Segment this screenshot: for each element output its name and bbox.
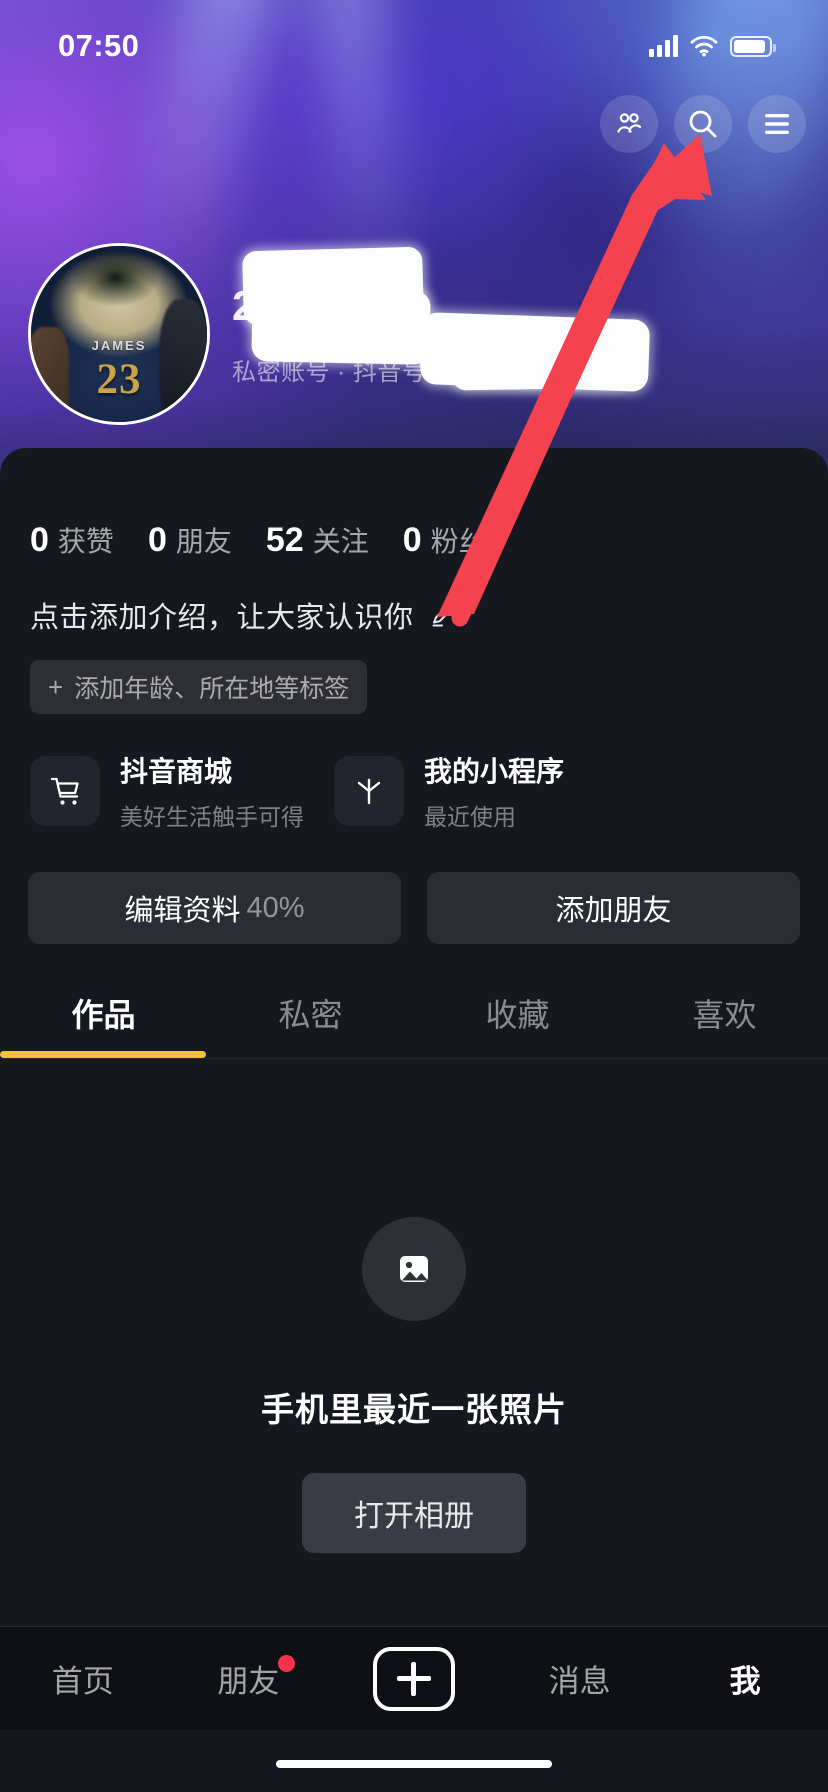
stat-label: 朋友 (175, 526, 232, 557)
service-entries-row: 抖音商城 美好生活触手可得 我的小程序 最近使用 (0, 714, 828, 832)
nav-label: 我 (729, 1664, 761, 1699)
plus-create-icon[interactable] (372, 1646, 455, 1711)
stat-value: 0 (147, 521, 167, 559)
redaction-mark (451, 343, 631, 391)
nav-item-create[interactable] (331, 1627, 497, 1730)
stat-following[interactable]: 52 关注 (266, 520, 369, 560)
hamburger-menu-icon (765, 114, 789, 134)
shopping-cart-icon (30, 756, 100, 826)
avatar-jersey-number: 23 (96, 356, 142, 404)
avatar-photo-detail (31, 326, 69, 422)
add-tags-chip[interactable]: + 添加年龄、所在地等标签 (30, 660, 368, 714)
tab-liked[interactable]: 喜欢 (621, 990, 828, 1058)
profile-detail-panel: 0 获赞 0 朋友 52 关注 0 粉丝 点击添加介绍，让大家认识你 + 添加年… (0, 448, 828, 1792)
menu-button[interactable] (748, 95, 806, 153)
add-friend-button[interactable]: 添加朋友 (427, 872, 800, 944)
status-bar-time: 07:50 (58, 28, 140, 63)
search-icon (689, 110, 717, 138)
bio-add-row[interactable]: 点击添加介绍，让大家认识你 (0, 560, 828, 636)
service-title: 抖音商城 (120, 756, 233, 787)
bottom-navigation-bar: 首页 朋友 消息 我 (0, 1627, 828, 1730)
add-tags-label: 添加年龄、所在地等标签 (74, 675, 350, 703)
profile-stats-row: 0 获赞 0 朋友 52 关注 0 粉丝 (0, 448, 828, 560)
home-indicator (276, 1760, 552, 1768)
service-mini-programs[interactable]: 我的小程序 最近使用 (334, 750, 564, 832)
pencil-edit-icon[interactable] (428, 600, 458, 630)
nav-label: 朋友 (217, 1664, 280, 1699)
service-subtitle: 美好生活触手可得 (120, 804, 304, 830)
stat-label: 关注 (312, 526, 369, 557)
tab-works[interactable]: 作品 (0, 990, 207, 1058)
nav-item-friends[interactable]: 朋友 (166, 1627, 332, 1730)
stat-value: 0 (402, 521, 422, 559)
plus-icon: + (48, 672, 64, 702)
bio-placeholder-text: 点击添加介绍，让大家认识你 (30, 602, 414, 634)
stat-friends[interactable]: 0 朋友 (148, 520, 232, 560)
nav-item-me[interactable]: 我 (662, 1627, 828, 1730)
stat-value: 0 (30, 521, 49, 559)
service-title: 我的小程序 (424, 756, 565, 787)
tab-label: 收藏 (485, 997, 550, 1033)
active-tab-underline (0, 1051, 206, 1058)
app-screen: 07:50 JAMES 23 私密账号 · 抖音号: 0 获赞 0 朋友 52 … (0, 0, 828, 1792)
battery-icon (730, 35, 776, 57)
friends-button[interactable] (600, 95, 658, 153)
plus-glyph (396, 1661, 431, 1696)
wifi-icon (690, 35, 718, 57)
edit-profile-percent: 40% (246, 891, 305, 924)
open-photo-button[interactable] (362, 1217, 466, 1321)
avatar-photo-detail (159, 298, 207, 422)
nav-label: 消息 (548, 1664, 611, 1699)
tab-label: 作品 (71, 997, 136, 1033)
service-text-block: 我的小程序 最近使用 (424, 750, 564, 832)
mini-program-asterisk-icon (334, 756, 404, 826)
content-tabs: 作品 私密 收藏 喜欢 (0, 990, 828, 1058)
photo-image-icon (400, 1256, 428, 1282)
stat-likes[interactable]: 0 获赞 (30, 520, 114, 560)
stat-followers[interactable]: 0 粉丝 (403, 520, 487, 560)
tab-favorites[interactable]: 收藏 (414, 990, 621, 1058)
edit-profile-label: 编辑资料 (124, 895, 241, 927)
nav-label: 首页 (51, 1664, 114, 1699)
avatar-jersey-name: JAMES (91, 337, 147, 353)
edit-profile-button[interactable]: 编辑资料 40% (28, 872, 401, 944)
stat-value: 52 (265, 521, 304, 559)
cellular-signal-icon (649, 35, 678, 57)
nav-item-messages[interactable]: 消息 (497, 1627, 663, 1730)
redaction-mark (251, 287, 431, 365)
status-bar-indicators (649, 35, 776, 57)
stat-label: 获赞 (57, 526, 114, 557)
service-text-block: 抖音商城 美好生活触手可得 (120, 750, 304, 832)
two-people-icon (617, 113, 642, 133)
empty-state: 手机里最近一张照片 打开相册 (0, 1059, 828, 1553)
service-subtitle: 最近使用 (424, 804, 516, 830)
add-friend-label: 添加朋友 (555, 895, 672, 927)
notification-badge-dot (278, 1655, 296, 1672)
open-album-button[interactable]: 打开相册 (302, 1473, 526, 1553)
profile-action-buttons: 编辑资料 40% 添加朋友 (0, 832, 828, 944)
avatar[interactable]: JAMES 23 (28, 243, 210, 425)
service-douyin-mall[interactable]: 抖音商城 美好生活触手可得 (30, 750, 304, 832)
tab-label: 喜欢 (692, 997, 757, 1033)
stat-label: 粉丝 (430, 526, 487, 557)
tab-private[interactable]: 私密 (207, 990, 414, 1058)
avatar-photo: JAMES 23 (31, 246, 207, 422)
status-bar: 07:50 (0, 0, 828, 92)
header-actions (600, 95, 806, 153)
nav-item-home[interactable]: 首页 (0, 1627, 166, 1730)
empty-state-title: 手机里最近一张照片 (261, 1391, 567, 1428)
tab-label: 私密 (278, 997, 343, 1033)
search-button[interactable] (674, 95, 732, 153)
